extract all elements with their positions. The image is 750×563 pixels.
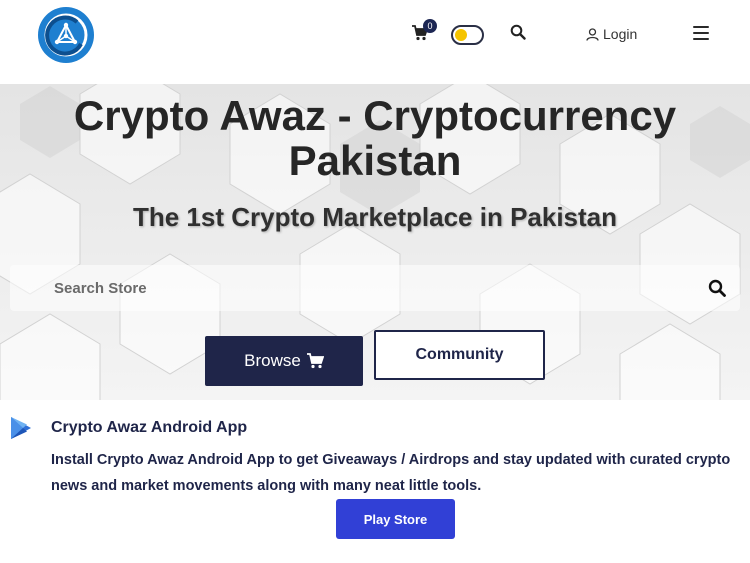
site-header: 0 Login <box>0 0 750 84</box>
page-subtitle: The 1st Crypto Marketplace in Pakistan <box>132 202 618 232</box>
app-promo-title: Crypto Awaz Android App <box>51 419 248 436</box>
browse-button-label: Browse <box>244 351 301 370</box>
app-promo-description: Install Crypto Awaz Android App to get G… <box>51 452 731 494</box>
user-icon <box>586 27 599 41</box>
store-search-input[interactable] <box>54 265 694 311</box>
search-submit-icon[interactable] <box>708 279 726 297</box>
shopping-cart-icon <box>306 353 324 369</box>
store-search-bar <box>10 265 740 311</box>
hamburger-menu-icon[interactable] <box>693 26 709 40</box>
crypto-awaz-logo-icon[interactable] <box>37 6 95 64</box>
login-link[interactable]: Login <box>586 24 637 44</box>
login-label: Login <box>603 26 638 42</box>
cart-count-badge: 0 <box>423 19 437 33</box>
play-store-icon <box>11 417 31 439</box>
toggle-knob <box>455 29 467 41</box>
theme-toggle[interactable] <box>451 25 484 45</box>
search-icon[interactable] <box>510 24 526 40</box>
browse-button[interactable]: Browse <box>205 336 363 386</box>
community-button[interactable]: Community <box>374 330 545 380</box>
hero-section: Crypto Awaz - Cryptocurrency Pakistan Th… <box>0 84 750 400</box>
page-title: Crypto Awaz - Cryptocurrency Pakistan <box>73 92 677 184</box>
play-store-button[interactable]: Play Store <box>336 499 455 539</box>
